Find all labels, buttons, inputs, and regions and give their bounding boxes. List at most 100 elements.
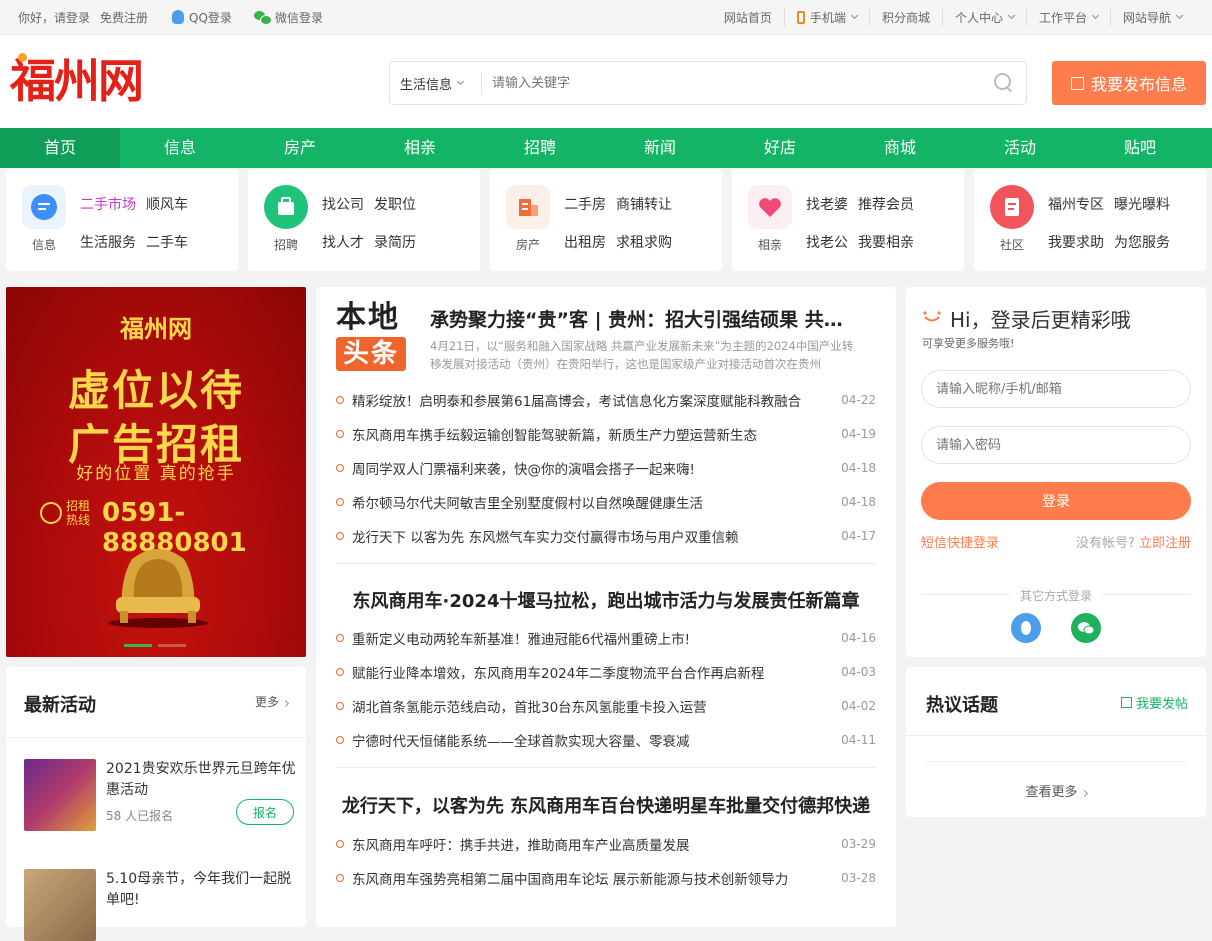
link-find-wife[interactable]: 找老婆	[806, 194, 848, 214]
search-category-select[interactable]: 生活信息	[390, 72, 482, 94]
qq-login-icon[interactable]	[1011, 613, 1041, 643]
user-center-menu[interactable]: 个人中心	[941, 8, 1026, 26]
chat-icon[interactable]	[22, 185, 66, 229]
home-link[interactable]: 网站首页	[712, 9, 784, 26]
community-icon[interactable]	[990, 185, 1034, 229]
divider	[6, 737, 306, 738]
new-post-link[interactable]: 我要发帖	[1120, 693, 1188, 712]
search-input[interactable]	[482, 75, 994, 91]
main-nav: 首页 信息 房产 相亲 招聘 新闻 好店 商城 活动 贴吧	[0, 128, 1212, 168]
nav-info[interactable]: 信息	[120, 128, 240, 168]
news-item[interactable]: 东风商用车携手纭毅运输创智能驾驶新篇，新质生产力塑运营新生态 04-19	[336, 417, 876, 451]
link-second-hand[interactable]: 二手市场	[80, 194, 136, 214]
login-title: Hi，登录后更精彩哦	[950, 308, 1131, 332]
banner-brand: 福州网	[120, 314, 192, 343]
category-community: 社区 福州专区 曝光曝料 我要求助 为您服务	[974, 168, 1206, 271]
ad-banner[interactable]: 福州网 虚位以待 广告招租 好的位置 真的抢手 招租热线 0591-888808…	[6, 287, 306, 657]
nav-shops[interactable]: 好店	[720, 128, 840, 168]
nav-dating[interactable]: 相亲	[360, 128, 480, 168]
link-rental[interactable]: 出租房	[564, 232, 606, 252]
throne-icon	[108, 549, 208, 628]
workbench-menu[interactable]: 工作平台	[1025, 8, 1110, 26]
news-item[interactable]: 宁德时代天恒储能系统——全球首款实现大容量、零衰减 04-11	[336, 723, 876, 757]
news-item[interactable]: 龙行天下 以客为先 东风燃气车实力交付赢得市场与用户双重信赖 04-17	[336, 519, 876, 553]
link-recommend-member[interactable]: 推荐会员	[858, 194, 914, 214]
link-expose[interactable]: 曝光曝料	[1114, 194, 1170, 214]
news-item[interactable]: 湖北首条氢能示范线启动，首批30台东风氢能重卡投入运营 04-02	[336, 689, 876, 723]
qq-login-link[interactable]: QQ登录	[172, 9, 232, 26]
category-label: 社区	[999, 238, 1024, 252]
link-post-job[interactable]: 发职位	[374, 194, 416, 214]
link-service[interactable]: 为您服务	[1114, 232, 1170, 252]
nav-forum[interactable]: 贴吧	[1080, 128, 1200, 168]
news-item[interactable]: 东风商用车呼吁：携手共进，推助商用车产业高质量发展 03-29	[336, 827, 876, 861]
other-login-label: 其它方式登录	[921, 587, 1191, 603]
site-logo[interactable]: 福州网	[10, 53, 144, 107]
news-item[interactable]: 东风商用车强势亮相第二届中国商用车论坛 展示新能源与技术创新领导力 03-28	[336, 861, 876, 895]
link-find-company[interactable]: 找公司	[322, 194, 364, 214]
activity-title[interactable]: 5.10母亲节，今年我们一起脱单吧!	[106, 869, 296, 911]
headline-title[interactable]: 承势聚力接“贵”客 | 贵州：招大引强结硕果 共…	[430, 305, 860, 332]
login-button[interactable]: 登录	[921, 482, 1191, 520]
category-row: 信息 二手市场 顺风车 生活服务 二手车 招聘 找公司 发职位 找人才 录简历 …	[0, 168, 1212, 271]
logo-dot	[18, 53, 27, 62]
carousel-dots[interactable]	[124, 644, 186, 647]
briefcase-icon[interactable]	[264, 185, 308, 229]
points-mall-link[interactable]: 积分商城	[868, 8, 942, 26]
search-icon[interactable]	[994, 73, 1014, 93]
news-item[interactable]: 精彩绽放！启明泰和参展第61届高博会，考试信息化方案深度赋能科教融合 04-22	[336, 383, 876, 417]
activities-panel: 最新活动 更多 2021贵安欢乐世界元旦跨年优惠活动 58 人已报名 报名 5.…	[6, 667, 306, 941]
link-find-husband[interactable]: 找老公	[806, 232, 848, 252]
register-link[interactable]: 免费注册	[100, 9, 148, 26]
link-want-rent[interactable]: 求租求购	[616, 232, 672, 252]
link-find-talent[interactable]: 找人才	[322, 232, 364, 252]
password-input[interactable]	[921, 426, 1191, 464]
sms-login-link[interactable]: 短信快捷登录	[921, 532, 999, 551]
activity-thumbnail[interactable]	[24, 759, 96, 831]
chevron-down-icon	[1175, 11, 1184, 20]
link-used-car[interactable]: 二手车	[146, 232, 188, 252]
activity-thumbnail[interactable]	[24, 869, 96, 941]
qq-icon	[172, 10, 185, 24]
phone-icon	[796, 10, 805, 24]
link-fuzhou-zone[interactable]: 福州专区	[1048, 194, 1104, 214]
news-item[interactable]: 周同学双人门票福利来袭，快@你的演唱会搭子一起来嗨! 04-18	[336, 451, 876, 485]
link-life-service[interactable]: 生活服务	[80, 232, 136, 252]
nav-mall[interactable]: 商城	[840, 128, 960, 168]
activity-title[interactable]: 2021贵安欢乐世界元旦跨年优惠活动	[106, 759, 296, 801]
sub-headline[interactable]: 东风商用车·2024十堰马拉松，跑出城市活力与发展责任新篇章	[336, 587, 876, 613]
activities-more-link[interactable]: 更多	[255, 693, 290, 710]
register-now-link[interactable]: 立即注册	[1139, 536, 1191, 551]
nav-events[interactable]: 活动	[960, 128, 1080, 168]
news-panel: 本地 头条 承势聚力接“贵”客 | 贵州：招大引强结硕果 共… 4月21日，以“…	[316, 287, 896, 927]
signup-button[interactable]: 报名	[236, 799, 294, 825]
site-nav-menu[interactable]: 网站导航	[1109, 8, 1194, 26]
sub-headline[interactable]: 龙行天下，以客为先 东风商用车百台快递明星车批量交付德邦快递	[336, 792, 876, 818]
view-more-link[interactable]: 查看更多	[906, 781, 1206, 800]
login-link[interactable]: 你好，请登录	[18, 9, 90, 26]
wechat-login-icon[interactable]	[1071, 613, 1101, 643]
nav-home[interactable]: 首页	[0, 128, 120, 168]
link-shop-transfer[interactable]: 商铺转让	[616, 194, 672, 214]
link-resume[interactable]: 录简历	[374, 232, 416, 252]
news-item[interactable]: 赋能行业降本增效，东风商用车2024年二季度物流平台合作再启新程 04-03	[336, 655, 876, 689]
link-carpool[interactable]: 顺风车	[146, 194, 188, 214]
heart-icon[interactable]	[748, 185, 792, 229]
link-second-hand-house[interactable]: 二手房	[564, 194, 606, 214]
nav-property[interactable]: 房产	[240, 128, 360, 168]
building-icon[interactable]	[506, 185, 550, 229]
nav-jobs[interactable]: 招聘	[480, 128, 600, 168]
wechat-login-link[interactable]: 微信登录	[253, 9, 323, 26]
news-item[interactable]: 重新定义电动两轮车新基准！雅迪冠能6代福州重磅上市! 04-16	[336, 621, 876, 655]
mobile-menu[interactable]: 手机端	[783, 8, 869, 26]
nav-news[interactable]: 新闻	[600, 128, 720, 168]
link-help[interactable]: 我要求助	[1048, 232, 1104, 252]
publish-button[interactable]: 我要发布信息	[1052, 61, 1206, 105]
activity-item[interactable]: 5.10母亲节，今年我们一起脱单吧!	[24, 869, 294, 941]
smile-icon	[923, 311, 941, 322]
link-dating[interactable]: 我要相亲	[858, 232, 914, 252]
category-label: 招聘	[273, 238, 298, 252]
news-item[interactable]: 希尔顿马尔代夫阿敏吉里全别墅度假村以自然唤醒健康生活 04-18	[336, 485, 876, 519]
username-input[interactable]	[921, 370, 1191, 408]
activity-item[interactable]: 2021贵安欢乐世界元旦跨年优惠活动 58 人已报名 报名	[24, 759, 296, 831]
